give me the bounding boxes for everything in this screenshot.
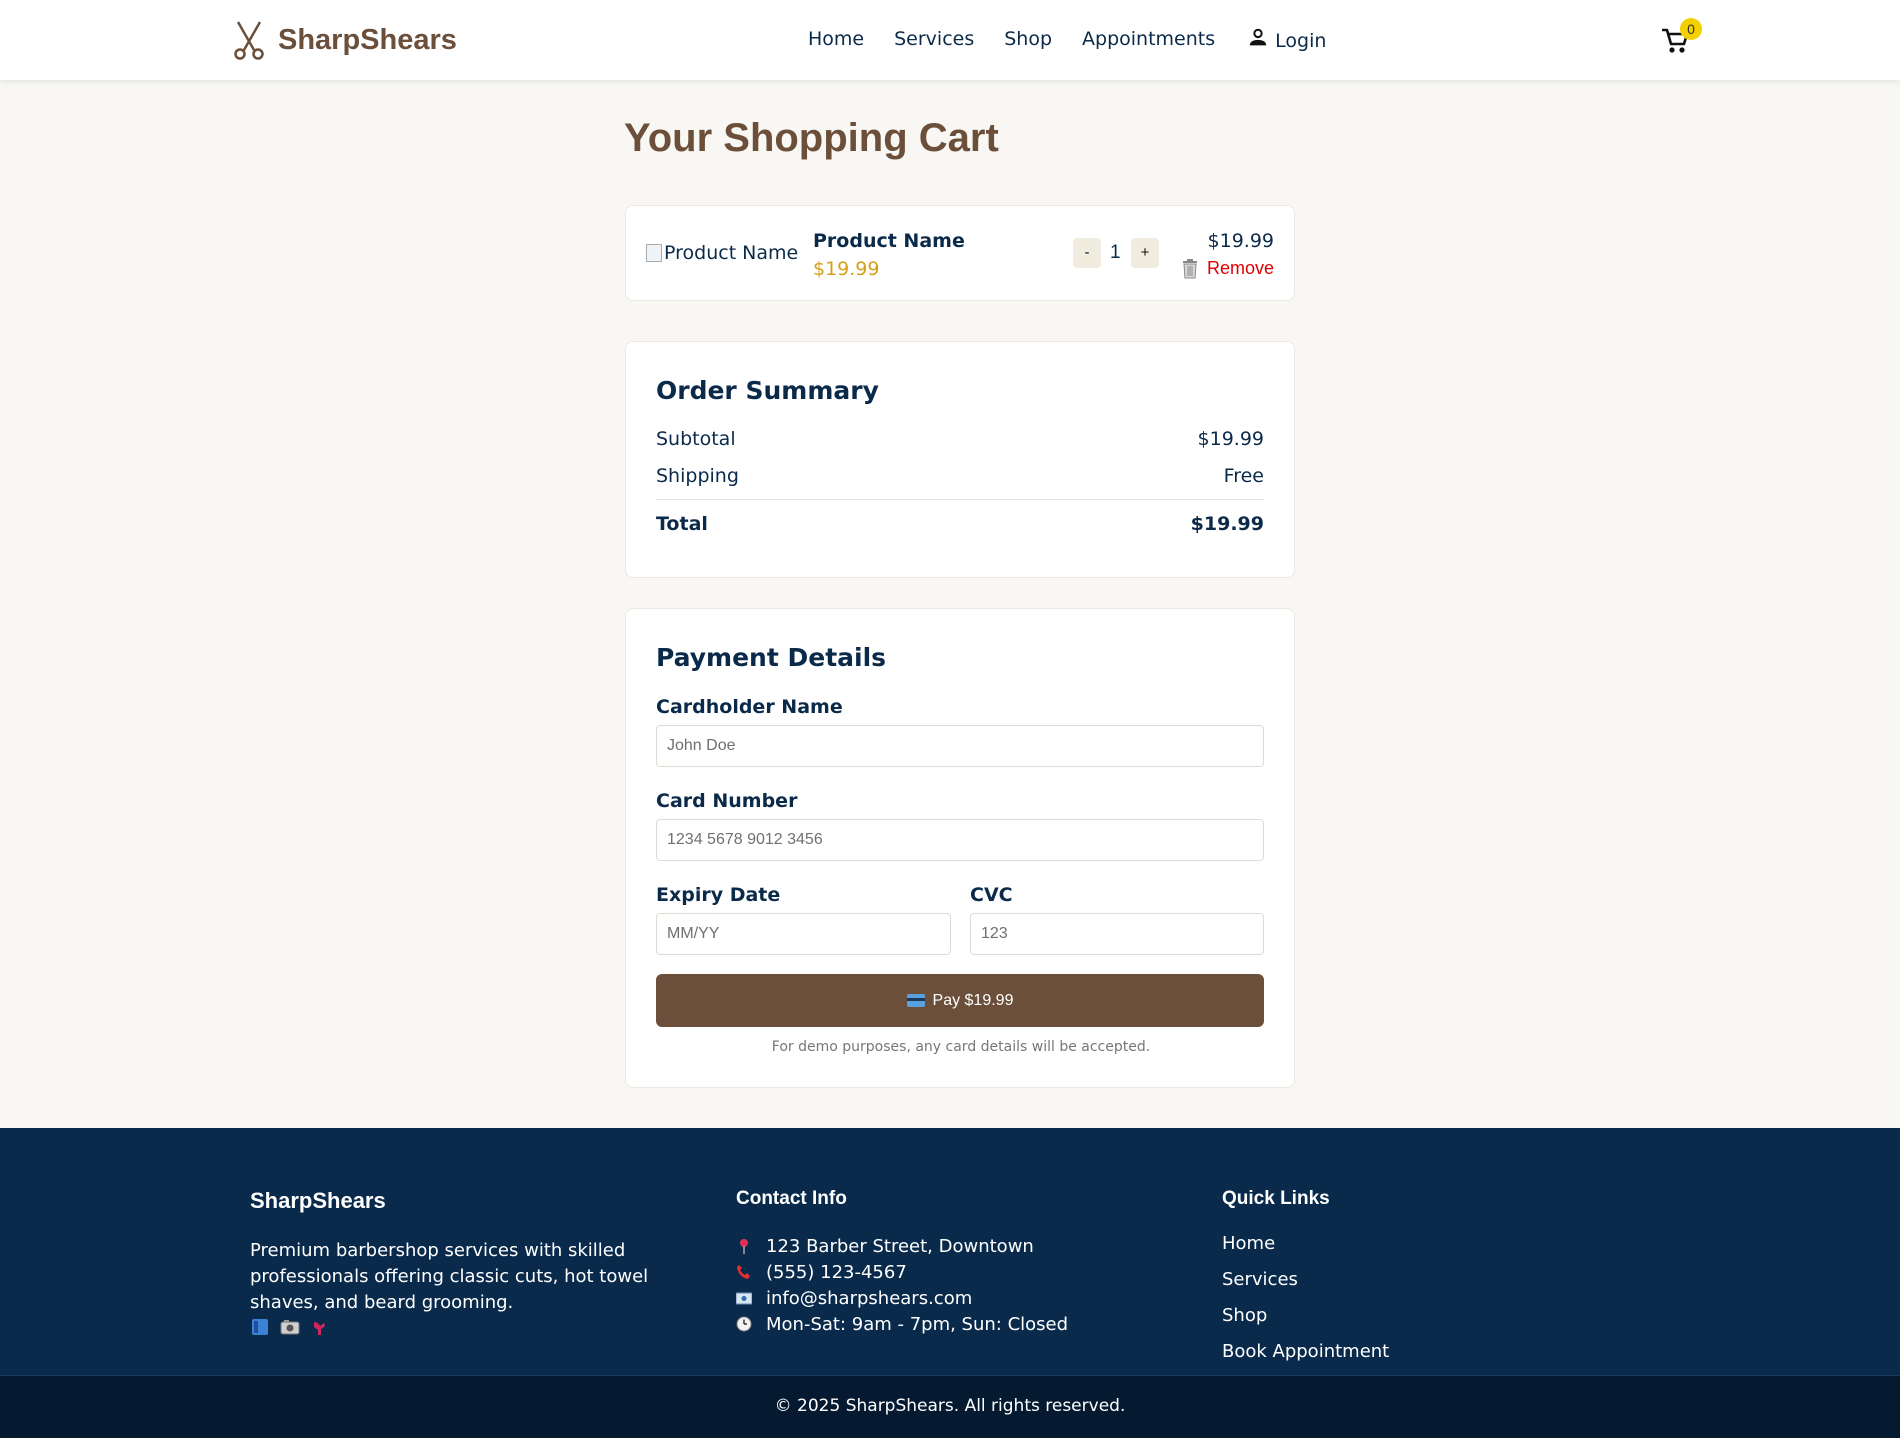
footer-link-shop[interactable]: Shop [1222,1305,1389,1341]
remove-button[interactable]: Remove [1181,258,1274,279]
login-label: Login [1275,30,1327,52]
footer-link-home[interactable]: Home [1222,1233,1389,1269]
total-value: $19.99 [1190,513,1264,535]
quantity-value: 1 [1110,242,1121,263]
footer-link-book-appointment[interactable]: Book Appointment [1222,1341,1389,1377]
main-nav: Home Services Shop Appointments Login [808,26,1326,52]
quantity-decrease-button[interactable]: - [1073,238,1101,268]
trash-icon [1182,258,1197,278]
cart-button[interactable]: 0 [1660,18,1702,56]
product-image: Product Name [646,242,798,264]
facebook-icon[interactable] [250,1318,270,1336]
credit-card-icon [906,994,925,1007]
scissors-icon [234,21,264,60]
contact-email: info@sharpshears.com [736,1285,1068,1311]
shipping-value: Free [1223,465,1264,487]
expiry-input[interactable] [656,913,951,955]
cart-count-badge: 0 [1680,18,1702,40]
footer-contact: Contact Info 123 Barber Street, Downtown… [736,1188,1068,1337]
cvc-input[interactable] [970,913,1264,955]
phone-icon [737,1265,750,1279]
summary-divider [656,499,1264,500]
payment-title: Payment Details [656,643,887,672]
pay-button-label: Pay $19.99 [932,991,1014,1009]
shipping-label: Shipping [656,465,739,487]
nav-shop[interactable]: Shop [1004,28,1052,50]
product-price: $19.99 [813,258,880,280]
contact-hours: Mon-Sat: 9am - 7pm, Sun: Closed [736,1311,1068,1337]
footer-bottom-bar: © 2025 SharpShears. All rights reserved. [0,1375,1900,1438]
card-number-input[interactable] [656,819,1264,861]
order-summary-title: Order Summary [656,376,879,405]
remove-label: Remove [1206,258,1274,278]
order-summary: Order Summary Subtotal $19.99 Shipping F… [625,341,1295,578]
shipping-row: Shipping Free [656,465,1264,487]
email-text: info@sharpshears.com [766,1287,973,1309]
line-total: $19.99 [1207,230,1274,252]
quick-links-title: Quick Links [1222,1188,1330,1209]
contact-phone: (555) 123-4567 [736,1259,1068,1285]
total-row: Total $19.99 [656,513,1264,535]
quantity-increase-button[interactable]: + [1131,238,1159,268]
cart-item: Product Name Product Name $19.99 - 1 + $… [625,205,1295,301]
phone-text: (555) 123-4567 [766,1261,907,1283]
twitter-icon[interactable] [310,1318,330,1336]
clock-icon [736,1316,752,1332]
footer-about: SharpShears Premium barbershop services … [250,1188,690,1336]
logo[interactable]: SharpShears [230,20,457,60]
nav-home[interactable]: Home [808,28,864,50]
payment-details: Payment Details Cardholder Name Card Num… [625,608,1295,1088]
footer-link-services[interactable]: Services [1222,1269,1389,1305]
demo-note: For demo purposes, any card details will… [771,1039,1151,1055]
user-icon [1249,28,1267,46]
footer-about-text: Premium barbershop services with skilled… [250,1240,649,1313]
cvc-label: CVC [970,884,1013,906]
copyright: © 2025 SharpShears. All rights reserved. [774,1396,1126,1416]
cardholder-label: Cardholder Name [656,696,843,718]
total-label: Total [656,513,708,535]
cardholder-input[interactable] [656,725,1264,767]
address-text: 123 Barber Street, Downtown [766,1235,1034,1257]
social-links [250,1318,690,1336]
subtotal-value: $19.99 [1197,428,1264,450]
subtotal-label: Subtotal [656,428,736,450]
site-header: SharpShears Home Services Shop Appointme… [0,0,1900,80]
footer-brand: SharpShears [250,1188,386,1213]
pay-button[interactable]: Pay $19.99 [656,974,1264,1027]
map-pin-icon [740,1239,748,1254]
expiry-label: Expiry Date [656,884,781,906]
hours-text: Mon-Sat: 9am - 7pm, Sun: Closed [766,1313,1069,1335]
product-image-alt: Product Name [664,242,799,264]
nav-services[interactable]: Services [894,28,974,50]
broken-image-icon [646,244,662,262]
page-title: Your Shopping Cart [624,116,999,160]
instagram-icon[interactable] [280,1318,300,1336]
subtotal-row: Subtotal $19.99 [656,428,1264,450]
email-icon [736,1292,752,1305]
footer-quick-links: Quick Links Home Services Shop Book Appo… [1222,1188,1389,1377]
contact-title: Contact Info [736,1188,847,1209]
card-number-label: Card Number [656,790,798,812]
nav-appointments[interactable]: Appointments [1082,28,1215,50]
contact-address: 123 Barber Street, Downtown [736,1233,1068,1259]
product-name: Product Name [813,230,965,252]
logo-text: SharpShears [278,23,457,56]
nav-login[interactable]: Login [1247,28,1327,52]
